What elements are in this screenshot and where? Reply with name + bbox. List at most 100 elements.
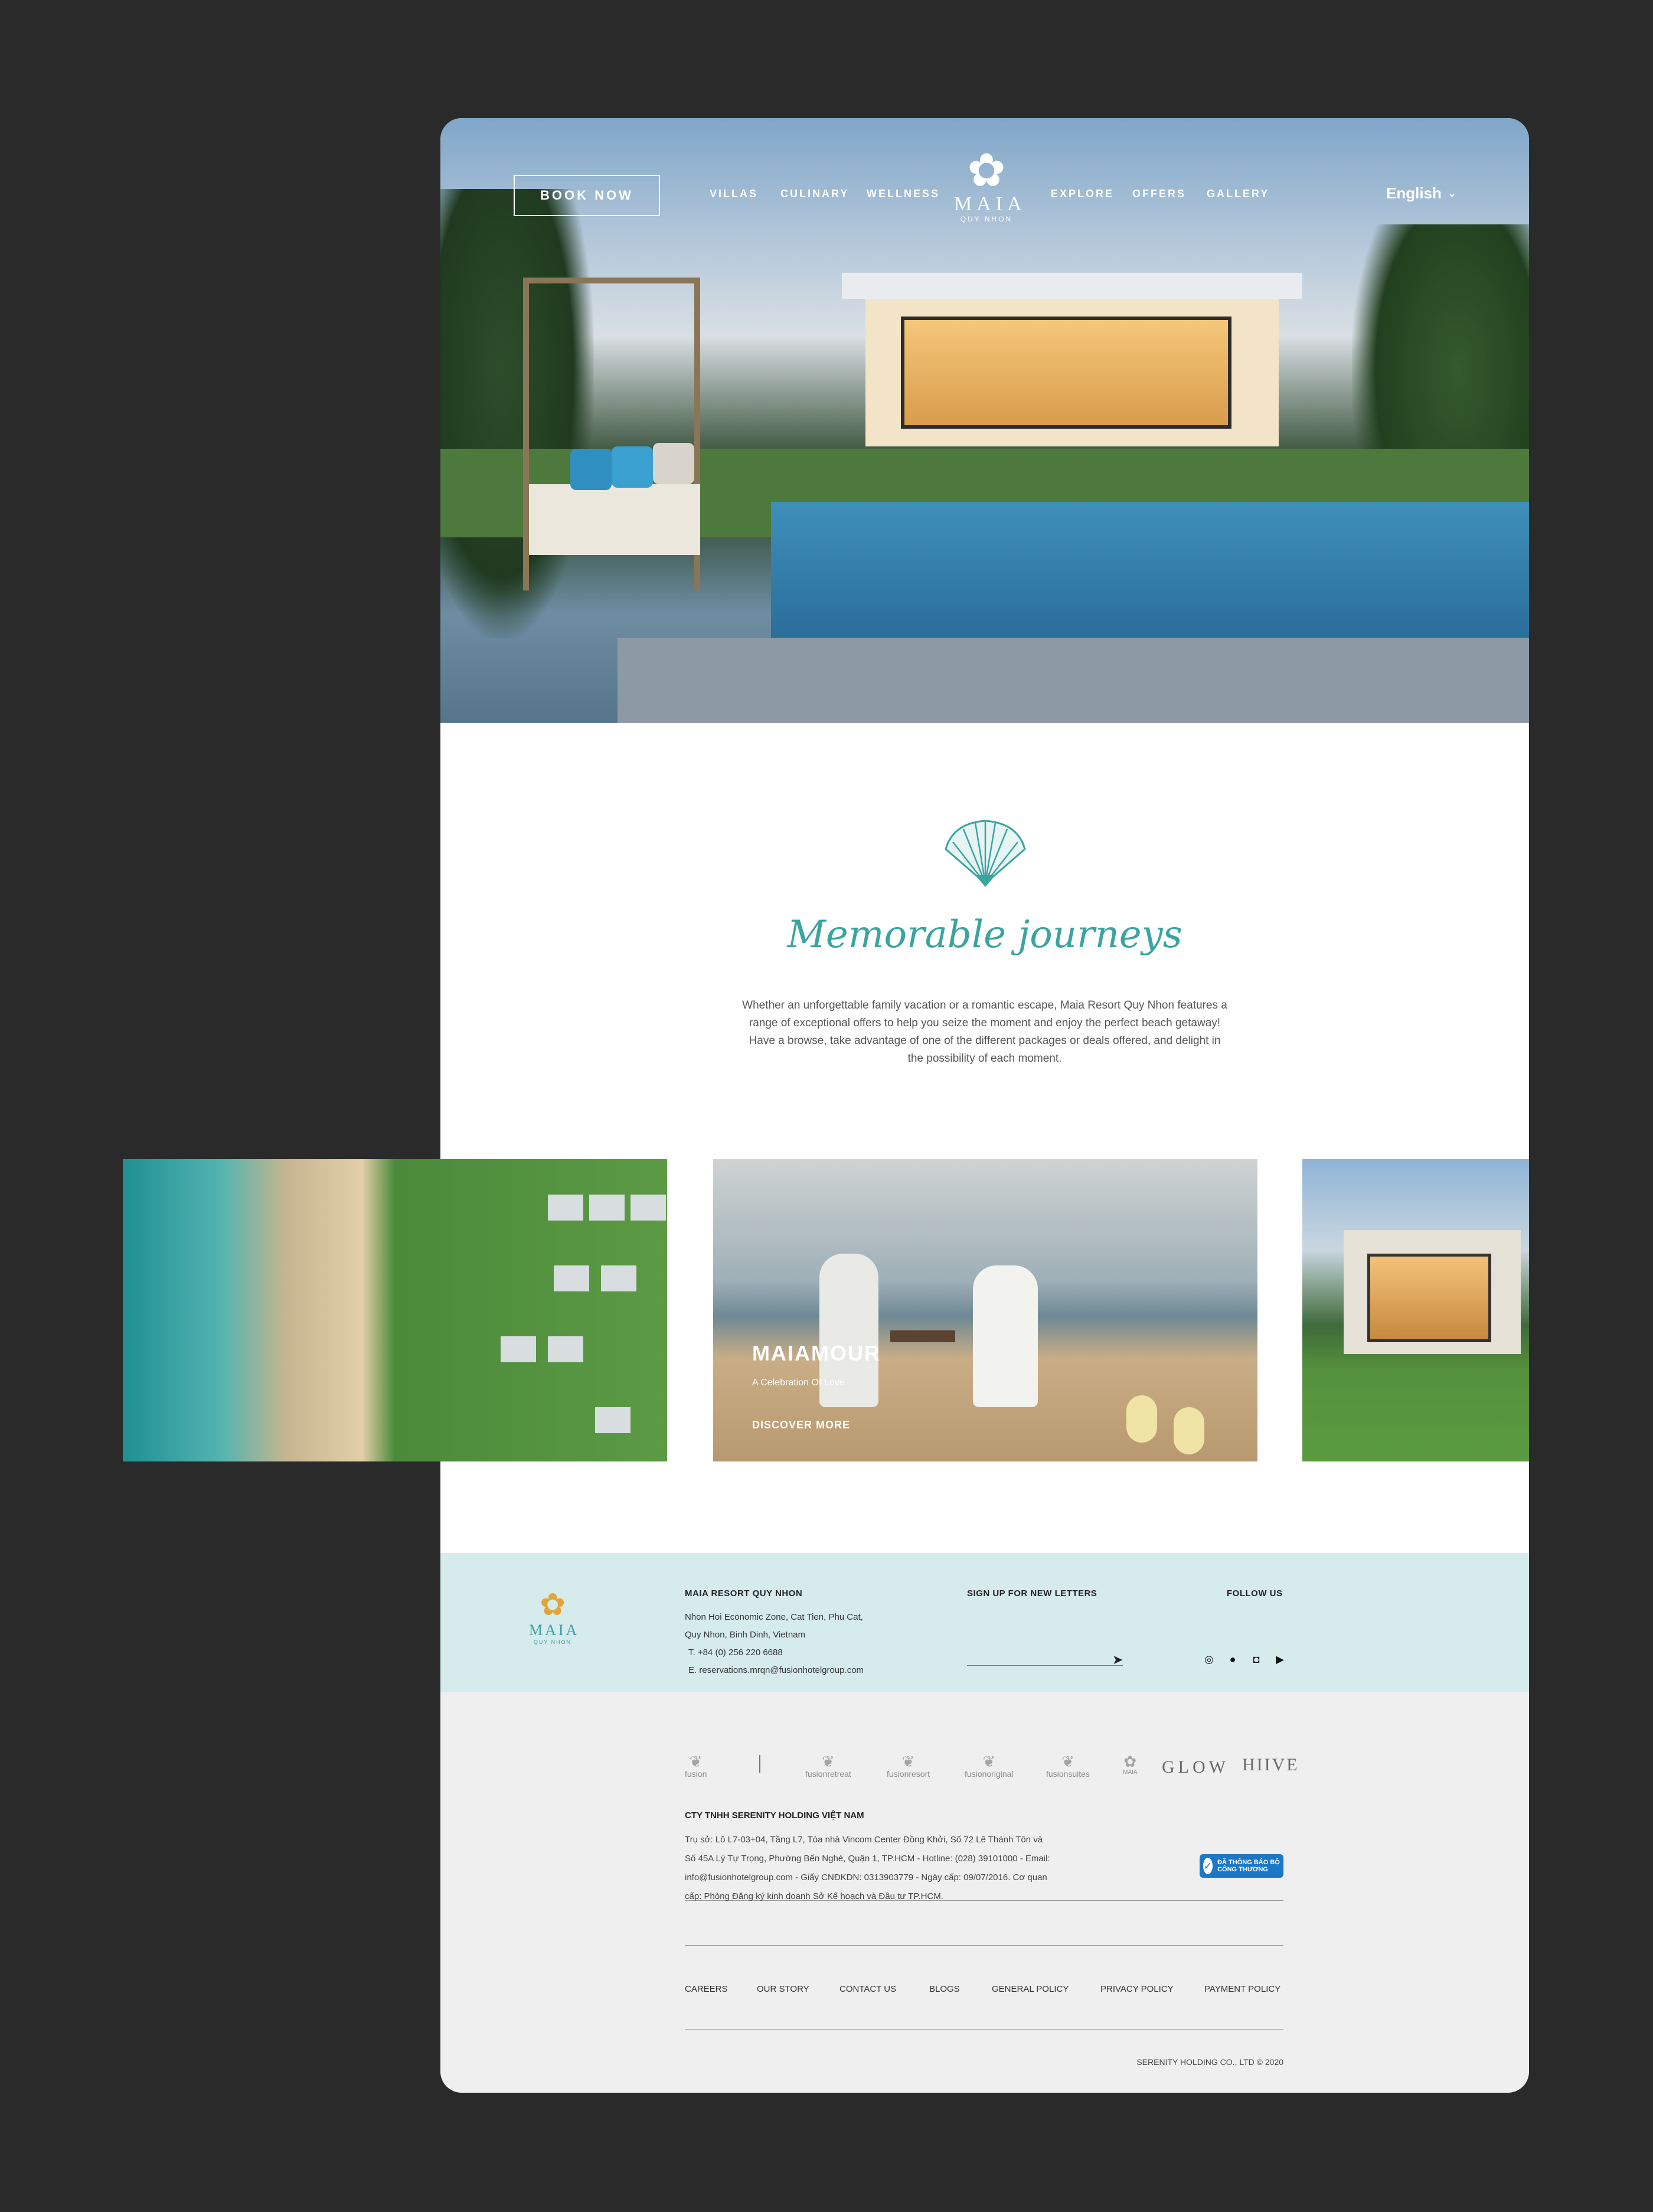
language-selector[interactable]: English ⌄	[1386, 184, 1456, 203]
logo-subtitle: QUY NHON	[960, 215, 1013, 223]
phone-number[interactable]: T. +84 (0) 256 220 6688	[688, 1647, 783, 1658]
footer-link-payment-policy[interactable]: PAYMENT POLICY	[1204, 1984, 1280, 1994]
pillow	[653, 443, 694, 484]
signup-title: SIGN UP FOR NEW LETTERS	[967, 1588, 1097, 1598]
language-label: English	[1386, 184, 1442, 202]
hero-deck	[618, 638, 1529, 723]
badge-label: ĐÃ THÔNG BÁO BỘ CÔNG THƯƠNG	[1217, 1859, 1280, 1873]
hero-villa-roof	[842, 273, 1302, 299]
villa-roof	[589, 1195, 625, 1221]
carousel-slide-villa[interactable]	[1302, 1159, 1529, 1461]
facebook-icon[interactable]: ●	[1226, 1652, 1240, 1666]
checkmark-icon: ✓	[1203, 1858, 1213, 1874]
slide-subtitle: A Celebration Of Love	[752, 1378, 845, 1388]
divider	[685, 1945, 1283, 1946]
fusion-bird-icon: ❦	[1061, 1753, 1074, 1770]
maia-logo[interactable]: ✿ MAIA QUY NHON	[954, 144, 1027, 223]
brand-glow[interactable]: GLOW	[1162, 1757, 1229, 1777]
flower-logo-icon: ✿	[1123, 1753, 1137, 1770]
brand-fusionretreat[interactable]: ❦ fusionretreat	[805, 1754, 851, 1779]
pillow	[612, 446, 653, 488]
lantern-figure	[1174, 1407, 1204, 1454]
hero-daybed	[529, 484, 700, 555]
villa-roof	[554, 1265, 589, 1291]
youtube-icon[interactable]: ▶	[1273, 1652, 1287, 1666]
fusion-bird-icon: ❦	[901, 1753, 915, 1770]
seashell-icon	[945, 820, 1026, 887]
person-figure	[973, 1265, 1038, 1407]
address-line: Nhon Hoi Economic Zone, Cat Tien, Phu Ca…	[685, 1612, 863, 1622]
page-frame: BOOK NOW VILLAS CULINARY WELLNESS ✿ MAIA…	[440, 118, 1529, 2093]
carousel-slide-aerial[interactable]	[123, 1159, 667, 1461]
flower-logo-icon: ✿	[540, 1588, 566, 1622]
carousel-slide-maiamour[interactable]: MAIAMOUR A Celebration Of Love DISCOVER …	[713, 1159, 1257, 1461]
nav-link-gallery[interactable]: GALLERY	[1207, 188, 1269, 200]
email-address[interactable]: E. reservations.mrqn@fusionhotelgroup.co…	[688, 1665, 864, 1675]
nav-link-culinary[interactable]: CULINARY	[780, 188, 849, 200]
address-line: Quy Nhon, Binh Dinh, Vietnam	[685, 1630, 806, 1640]
nav-link-offers[interactable]: OFFERS	[1132, 188, 1186, 200]
footer-logo-wordmark: MAIA	[529, 1622, 580, 1639]
brand-label: MAIA	[1123, 1769, 1138, 1776]
chevron-down-icon: ⌄	[1447, 187, 1456, 199]
slide-title: MAIAMOUR	[752, 1341, 881, 1365]
divider	[685, 2029, 1283, 2030]
nav-link-wellness[interactable]: WELLNESS	[867, 188, 940, 200]
nav-link-villas[interactable]: VILLAS	[710, 188, 758, 200]
villa-roof	[595, 1407, 631, 1433]
brand-label: fusionsuites	[1046, 1769, 1090, 1779]
flower-logo-icon: ✿	[967, 144, 1006, 196]
divider	[759, 1755, 760, 1773]
footer-link-privacy-policy[interactable]: PRIVACY POLICY	[1100, 1984, 1174, 1994]
fusion-bird-icon: ❦	[982, 1753, 996, 1770]
fusion-bird-icon: ❦	[689, 1753, 703, 1770]
lantern-figure	[1126, 1395, 1157, 1443]
villa-roof	[631, 1195, 666, 1221]
footer-maia-logo[interactable]: ✿ MAIA QUY NHON	[529, 1588, 580, 1645]
footer-logo-subtitle: QUY NHON	[533, 1639, 572, 1645]
villa-roof	[501, 1336, 536, 1362]
brand-fusionresort[interactable]: ❦ fusionresort	[887, 1754, 930, 1779]
hero-villa-window	[901, 317, 1231, 429]
hero-pool	[771, 502, 1529, 638]
footer-link-our-story[interactable]: OUR STORY	[757, 1984, 809, 1994]
footer-link-careers[interactable]: CAREERS	[685, 1984, 728, 1994]
villa-roof	[548, 1336, 583, 1362]
brand-maia[interactable]: ✿ MAIA	[1123, 1754, 1137, 1776]
villa-roof	[601, 1265, 636, 1291]
brand-label: fusionoriginal	[965, 1769, 1014, 1779]
brand-hiive[interactable]: HIIVE	[1242, 1755, 1299, 1775]
footer-link-contact-us[interactable]: CONTACT US	[839, 1984, 896, 1994]
footer-link-general-policy[interactable]: GENERAL POLICY	[992, 1984, 1069, 1994]
pillow	[570, 449, 612, 490]
hero-banner: BOOK NOW VILLAS CULINARY WELLNESS ✿ MAIA…	[440, 118, 1529, 723]
company-info: Trụ sở: Lô L7-03+04, Tầng L7, Tòa nhà Vi…	[685, 1835, 1050, 1901]
brand-fusionsuites[interactable]: ❦ fusionsuites	[1046, 1754, 1090, 1779]
footer-top: ✿ MAIA QUY NHON MAIA RESORT QUY NHON Nho…	[440, 1553, 1529, 1692]
villa-roof	[548, 1195, 583, 1221]
nav-link-explore[interactable]: EXPLORE	[1051, 188, 1114, 200]
brand-label: fusion	[685, 1769, 707, 1779]
discover-more-link[interactable]: DISCOVER MORE	[752, 1419, 850, 1431]
send-icon[interactable]: ➤	[1112, 1652, 1123, 1668]
brand-label: fusionretreat	[805, 1769, 851, 1779]
ministry-badge[interactable]: ✓ ĐÃ THÔNG BÁO BỘ CÔNG THƯƠNG	[1200, 1854, 1283, 1878]
brand-label: fusionresort	[887, 1769, 930, 1779]
copyright: SERENITY HOLDING CO., LTD © 2020	[1136, 2057, 1283, 2067]
logo-wordmark: MAIA	[954, 193, 1027, 215]
book-now-button[interactable]: BOOK NOW	[514, 175, 660, 216]
intro-paragraph: Whether an unforgettable family vacation…	[742, 999, 1227, 1065]
section-title: Memorable journeys	[787, 913, 1182, 957]
newsletter-email-input[interactable]	[967, 1665, 1123, 1666]
table-figure	[890, 1330, 955, 1342]
tripadvisor-icon[interactable]: ◎	[1202, 1652, 1216, 1666]
brand-fusionoriginal[interactable]: ❦ fusionoriginal	[965, 1754, 1014, 1779]
footer-link-blogs[interactable]: BLOGS	[929, 1984, 960, 1994]
brand-fusion[interactable]: ❦ fusion	[685, 1754, 707, 1779]
follow-title: FOLLOW US	[1227, 1588, 1283, 1598]
resort-title: MAIA RESORT QUY NHON	[685, 1588, 803, 1598]
instagram-icon[interactable]: ◘	[1249, 1652, 1263, 1666]
villa-window	[1367, 1254, 1491, 1342]
company-title: CTY TNHH SERENITY HOLDING VIỆT NAM	[685, 1810, 864, 1821]
fusion-bird-icon: ❦	[822, 1753, 835, 1770]
